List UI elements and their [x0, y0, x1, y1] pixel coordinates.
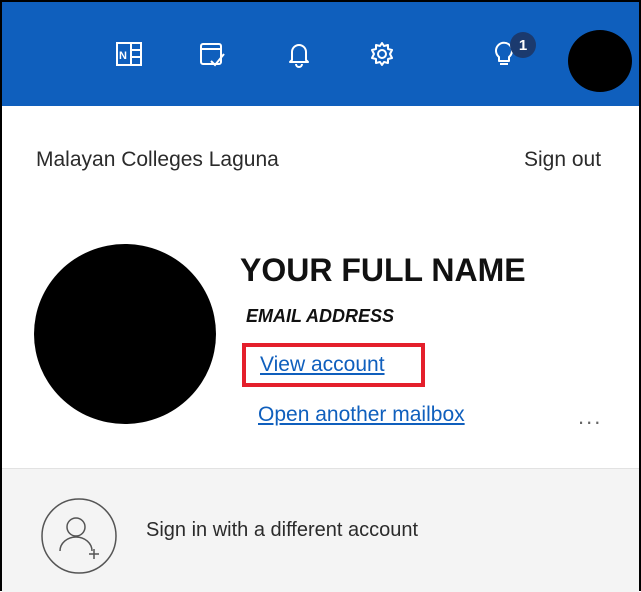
user-full-name: YOUR FULL NAME: [240, 252, 526, 288]
notification-badge: 1: [510, 32, 536, 58]
onenote-icon[interactable]: N: [109, 34, 149, 74]
gear-icon[interactable]: [362, 34, 402, 74]
svg-text:N: N: [119, 50, 127, 62]
profile-avatar: [34, 244, 216, 424]
different-account-row[interactable]: Sign in with a different account: [2, 468, 639, 592]
user-email: EMAIL ADDRESS: [246, 306, 395, 326]
bell-icon[interactable]: [279, 34, 319, 74]
account-avatar-button[interactable]: [568, 30, 632, 92]
organization-name: Malayan Colleges Laguna: [36, 148, 279, 171]
open-another-mailbox-link[interactable]: Open another mailbox: [258, 403, 465, 427]
add-account-icon: [40, 497, 118, 575]
sign-out-link[interactable]: Sign out: [524, 148, 601, 172]
view-account-highlight: View account: [242, 343, 425, 387]
tasks-icon[interactable]: [192, 34, 232, 74]
top-bar: N 1: [2, 2, 639, 106]
different-account-label: Sign in with a different account: [146, 519, 419, 541]
view-account-link[interactable]: View account: [260, 353, 385, 377]
more-options-icon[interactable]: ...: [578, 404, 602, 430]
